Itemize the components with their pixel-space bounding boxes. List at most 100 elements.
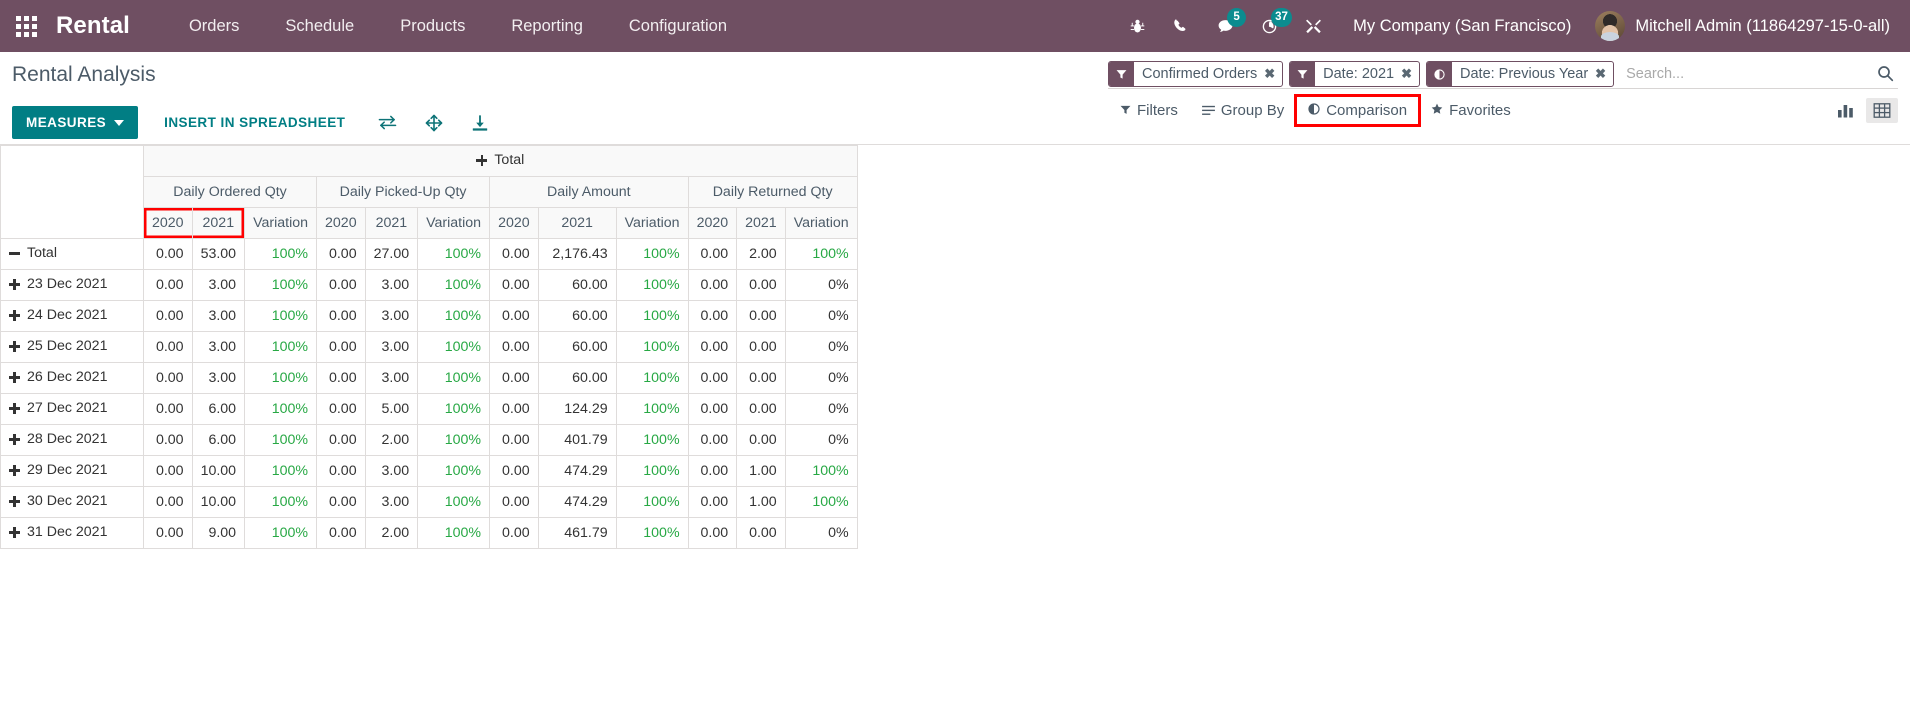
cell-value[interactable]: 6.00: [192, 394, 245, 425]
cell-value[interactable]: 3.00: [365, 363, 418, 394]
apps-grid-icon[interactable]: [0, 0, 52, 52]
subheader-variation-pickedup[interactable]: Variation: [418, 208, 490, 239]
cell-value[interactable]: 27.00: [365, 239, 418, 270]
cell-value[interactable]: 0.00: [737, 363, 786, 394]
row-header-24-dec-2021[interactable]: 24 Dec 2021: [1, 301, 144, 332]
subheader-2021-amount[interactable]: 2021: [538, 208, 616, 239]
chat-bubble-icon[interactable]: 5: [1203, 0, 1247, 52]
cell-value[interactable]: 9.00: [192, 518, 245, 549]
cell-variation[interactable]: 100%: [616, 332, 688, 363]
cell-variation[interactable]: 100%: [245, 239, 317, 270]
cell-variation[interactable]: 100%: [418, 363, 490, 394]
cell-value[interactable]: 0.00: [144, 301, 193, 332]
cell-value[interactable]: 0.00: [688, 518, 737, 549]
cell-value[interactable]: 0.00: [144, 487, 193, 518]
row-header-23-dec-2021[interactable]: 23 Dec 2021: [1, 270, 144, 301]
cell-value[interactable]: 0.00: [317, 394, 366, 425]
cell-value[interactable]: 0.00: [144, 363, 193, 394]
cell-value[interactable]: 0.00: [688, 239, 737, 270]
menu-item-schedule[interactable]: Schedule: [262, 0, 377, 52]
cell-value[interactable]: 3.00: [365, 301, 418, 332]
cell-variation[interactable]: 0%: [785, 394, 857, 425]
cell-value[interactable]: 124.29: [538, 394, 616, 425]
measures-button[interactable]: MEASURES: [12, 106, 138, 139]
cell-value[interactable]: 0.00: [737, 332, 786, 363]
cell-variation[interactable]: 100%: [616, 394, 688, 425]
cell-variation[interactable]: 100%: [616, 487, 688, 518]
facet-confirmed-orders[interactable]: Confirmed Orders ✖: [1108, 61, 1283, 87]
row-header-28-dec-2021[interactable]: 28 Dec 2021: [1, 425, 144, 456]
expand-arrows-icon[interactable]: [416, 108, 452, 138]
measure-daily-amount[interactable]: Daily Amount: [490, 177, 689, 208]
cell-value[interactable]: 0.00: [317, 456, 366, 487]
cell-value[interactable]: 0.00: [490, 332, 539, 363]
download-xls-icon[interactable]: [462, 108, 498, 138]
cell-variation[interactable]: 100%: [785, 487, 857, 518]
subheader-2020-amount[interactable]: 2020: [490, 208, 539, 239]
cell-value[interactable]: 0.00: [144, 239, 193, 270]
cell-value[interactable]: 2.00: [365, 518, 418, 549]
subheader-variation-ordered[interactable]: Variation: [245, 208, 317, 239]
cell-value[interactable]: 0.00: [144, 394, 193, 425]
measure-daily-returned-qty[interactable]: Daily Returned Qty: [688, 177, 857, 208]
cell-variation[interactable]: 100%: [245, 301, 317, 332]
bug-icon[interactable]: [1115, 0, 1159, 52]
subheader-variation-amount[interactable]: Variation: [616, 208, 688, 239]
cell-value[interactable]: 3.00: [192, 363, 245, 394]
cell-variation[interactable]: 0%: [785, 425, 857, 456]
cell-value[interactable]: 0.00: [688, 425, 737, 456]
cell-value[interactable]: 0.00: [144, 270, 193, 301]
row-header-25-dec-2021[interactable]: 25 Dec 2021: [1, 332, 144, 363]
cell-value[interactable]: 10.00: [192, 456, 245, 487]
cell-value[interactable]: 3.00: [365, 487, 418, 518]
phone-icon[interactable]: [1159, 0, 1203, 52]
cell-value[interactable]: 0.00: [317, 239, 366, 270]
cell-value[interactable]: 0.00: [688, 332, 737, 363]
cell-variation[interactable]: 100%: [245, 456, 317, 487]
cell-value[interactable]: 6.00: [192, 425, 245, 456]
cell-variation[interactable]: 100%: [616, 518, 688, 549]
row-header-30-dec-2021[interactable]: 30 Dec 2021: [1, 487, 144, 518]
cell-value[interactable]: 0.00: [490, 487, 539, 518]
cell-value[interactable]: 0.00: [490, 363, 539, 394]
cell-value[interactable]: 0.00: [317, 270, 366, 301]
subheader-variation-returned[interactable]: Variation: [785, 208, 857, 239]
facet-date-previous-year[interactable]: Date: Previous Year ✖: [1426, 61, 1614, 87]
cell-variation[interactable]: 100%: [616, 363, 688, 394]
cell-variation[interactable]: 100%: [418, 332, 490, 363]
facet-remove-icon[interactable]: ✖: [1401, 62, 1419, 86]
cell-value[interactable]: 0.00: [490, 425, 539, 456]
cell-variation[interactable]: 100%: [418, 301, 490, 332]
cell-variation[interactable]: 100%: [245, 394, 317, 425]
subheader-2021-returned[interactable]: 2021: [737, 208, 786, 239]
cell-value[interactable]: 53.00: [192, 239, 245, 270]
cell-value[interactable]: 60.00: [538, 363, 616, 394]
menu-item-products[interactable]: Products: [377, 0, 488, 52]
comparison-menu[interactable]: Comparison: [1296, 96, 1419, 125]
cell-value[interactable]: 3.00: [365, 332, 418, 363]
cell-value[interactable]: 0.00: [317, 425, 366, 456]
cell-variation[interactable]: 100%: [616, 301, 688, 332]
group-by-menu[interactable]: Group By: [1190, 96, 1296, 125]
cell-variation[interactable]: 100%: [418, 270, 490, 301]
cell-value[interactable]: 60.00: [538, 332, 616, 363]
cell-variation[interactable]: 100%: [245, 270, 317, 301]
cell-variation[interactable]: 100%: [785, 456, 857, 487]
subheader-2021-pickedup[interactable]: 2021: [365, 208, 418, 239]
subheader-2021-ordered[interactable]: 2021: [192, 208, 245, 239]
cell-variation[interactable]: 100%: [418, 239, 490, 270]
cell-value[interactable]: 0.00: [144, 425, 193, 456]
company-switcher[interactable]: My Company (San Francisco): [1335, 17, 1585, 36]
cell-value[interactable]: 60.00: [538, 301, 616, 332]
cell-value[interactable]: 0.00: [737, 425, 786, 456]
app-brand-rental[interactable]: Rental: [52, 12, 140, 40]
row-header-26-dec-2021[interactable]: 26 Dec 2021: [1, 363, 144, 394]
cell-variation[interactable]: 100%: [616, 270, 688, 301]
cell-variation[interactable]: 100%: [245, 363, 317, 394]
cell-value[interactable]: 0.00: [737, 518, 786, 549]
cell-value[interactable]: 0.00: [490, 270, 539, 301]
cell-value[interactable]: 0.00: [737, 301, 786, 332]
cell-value[interactable]: 0.00: [737, 270, 786, 301]
row-header-29-dec-2021[interactable]: 29 Dec 2021: [1, 456, 144, 487]
tools-icon[interactable]: [1291, 0, 1335, 52]
